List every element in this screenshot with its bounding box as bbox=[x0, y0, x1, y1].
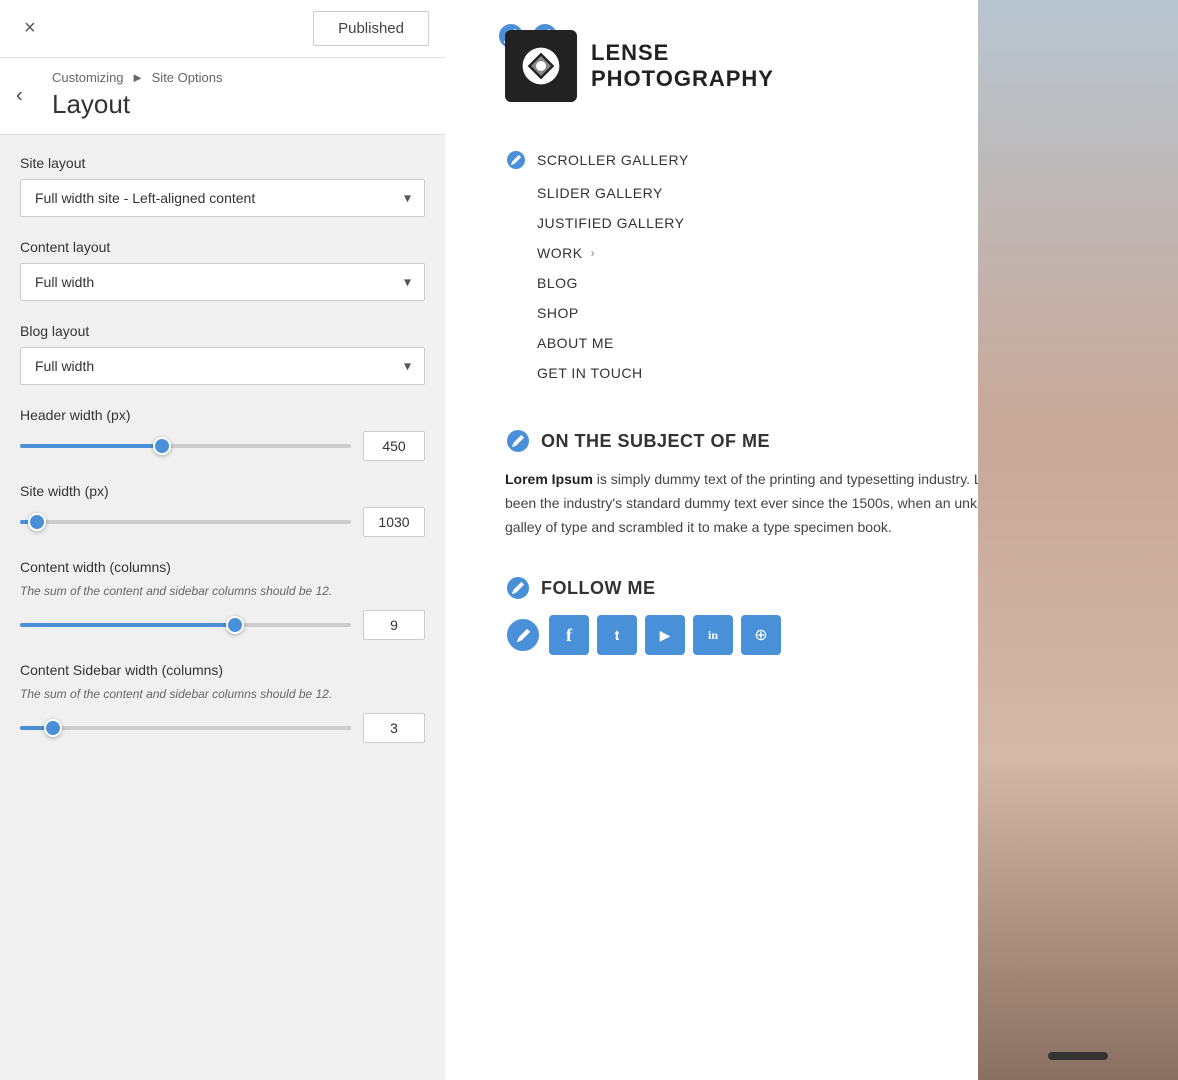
logo-text: LENSE PHOTOGRAPHY bbox=[591, 40, 774, 93]
breadcrumb-separator: ► bbox=[131, 70, 147, 85]
header-width-input[interactable] bbox=[363, 431, 425, 461]
about-section-title: ON THE SUBJECT OF ME bbox=[541, 431, 770, 452]
site-width-slider-row bbox=[20, 507, 425, 537]
content-layout-group: Content layout Full width Left sidebar R… bbox=[20, 239, 425, 301]
sidebar-width-group: Content Sidebar width (columns) The sum … bbox=[20, 662, 425, 743]
nav-edit-icon[interactable] bbox=[505, 149, 527, 171]
scroll-indicator bbox=[1048, 1052, 1108, 1060]
nav-item-label: BLOG bbox=[537, 275, 578, 291]
sidebar-width-label: Content Sidebar width (columns) bbox=[20, 662, 425, 678]
site-layout-select[interactable]: Full width site - Left-aligned content F… bbox=[20, 179, 425, 217]
twitter-icon[interactable]: t bbox=[597, 615, 637, 655]
content-width-fill bbox=[20, 623, 235, 627]
published-button[interactable]: Published bbox=[313, 11, 429, 46]
follow-section-edit[interactable] bbox=[505, 575, 531, 601]
about-section-edit[interactable] bbox=[505, 428, 531, 454]
chevron-right-icon: › bbox=[591, 246, 596, 260]
back-button[interactable]: ‹ bbox=[16, 85, 23, 108]
nav-item-label: SLIDER GALLERY bbox=[537, 185, 663, 201]
breadcrumb-section: Site Options bbox=[152, 70, 223, 85]
content-width-label: Content width (columns) bbox=[20, 559, 425, 575]
nav-item-label: WORK bbox=[537, 245, 583, 261]
linkedin-icon[interactable]: in bbox=[693, 615, 733, 655]
social-edit-button[interactable] bbox=[505, 617, 541, 653]
content-width-slider[interactable] bbox=[20, 623, 351, 627]
content-layout-select-wrapper: Full width Left sidebar Right sidebar ▾ bbox=[20, 263, 425, 301]
blog-layout-group: Blog layout Full width Left sidebar Righ… bbox=[20, 323, 425, 385]
header-width-slider-row bbox=[20, 431, 425, 461]
right-preview: LENSE PHOTOGRAPHY SCROLLER GALLERY SLIDE… bbox=[445, 0, 1178, 1080]
close-button[interactable]: × bbox=[16, 13, 44, 44]
dribbble-icon[interactable]: ⊕ bbox=[741, 615, 781, 655]
side-photo bbox=[978, 0, 1178, 1080]
nav-item-label: ABOUT ME bbox=[537, 335, 614, 351]
left-panel: × Published ‹ Customizing ► Site Options… bbox=[0, 0, 445, 1080]
content-width-group: Content width (columns) The sum of the c… bbox=[20, 559, 425, 640]
nav-item-label: JUSTIFIED GALLERY bbox=[537, 215, 685, 231]
site-width-input[interactable] bbox=[363, 507, 425, 537]
site-layout-select-wrapper: Full width site - Left-aligned content F… bbox=[20, 179, 425, 217]
top-bar: × Published bbox=[0, 0, 445, 58]
sidebar-width-thumb[interactable] bbox=[44, 719, 62, 737]
site-layout-label: Site layout bbox=[20, 155, 425, 171]
nav-item-label: GET IN TOUCH bbox=[537, 365, 643, 381]
youtube-icon[interactable]: ▶ bbox=[645, 615, 685, 655]
sidebar-width-slider-row bbox=[20, 713, 425, 743]
site-layout-group: Site layout Full width site - Left-align… bbox=[20, 155, 425, 217]
facebook-icon[interactable]: f bbox=[549, 615, 589, 655]
content-width-hint: The sum of the content and sidebar colum… bbox=[20, 583, 425, 600]
content-layout-label: Content layout bbox=[20, 239, 425, 255]
site-width-group: Site width (px) bbox=[20, 483, 425, 537]
blog-layout-select[interactable]: Full width Left sidebar Right sidebar bbox=[20, 347, 425, 385]
header-width-fill bbox=[20, 444, 162, 448]
breadcrumb-bar: ‹ Customizing ► Site Options Layout bbox=[0, 58, 445, 135]
breadcrumb-customizing[interactable]: Customizing bbox=[52, 70, 124, 85]
sidebar-width-slider[interactable] bbox=[20, 726, 351, 730]
content-layout-select[interactable]: Full width Left sidebar Right sidebar bbox=[20, 263, 425, 301]
follow-section-title: FOLLOW ME bbox=[541, 578, 655, 599]
site-width-label: Site width (px) bbox=[20, 483, 425, 499]
header-width-label: Header width (px) bbox=[20, 407, 425, 423]
breadcrumb: Customizing ► Site Options bbox=[52, 70, 425, 85]
logo-icon bbox=[505, 30, 577, 102]
panel-content: Site layout Full width site - Left-align… bbox=[0, 135, 445, 1080]
header-width-thumb[interactable] bbox=[153, 437, 171, 455]
nav-item-label: SCROLLER GALLERY bbox=[537, 152, 689, 168]
sidebar-width-input[interactable] bbox=[363, 713, 425, 743]
header-width-group: Header width (px) bbox=[20, 407, 425, 461]
sidebar-width-hint: The sum of the content and sidebar colum… bbox=[20, 686, 425, 703]
nav-item-label: SHOP bbox=[537, 305, 579, 321]
content-width-input[interactable] bbox=[363, 610, 425, 640]
header-width-slider[interactable] bbox=[20, 444, 351, 448]
content-width-slider-row bbox=[20, 610, 425, 640]
page-title: Layout bbox=[52, 89, 425, 120]
blog-layout-label: Blog layout bbox=[20, 323, 425, 339]
blog-layout-select-wrapper: Full width Left sidebar Right sidebar ▾ bbox=[20, 347, 425, 385]
site-width-thumb[interactable] bbox=[28, 513, 46, 531]
site-width-slider[interactable] bbox=[20, 520, 351, 524]
content-width-thumb[interactable] bbox=[226, 616, 244, 634]
